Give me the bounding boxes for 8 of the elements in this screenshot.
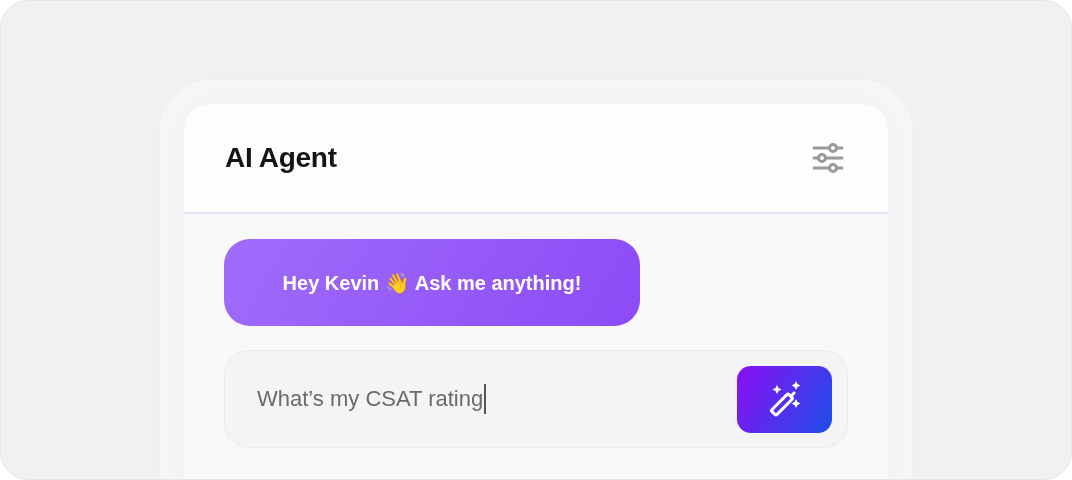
input-value: What’s my CSAT rating [257,386,484,412]
assistant-message: Hey Kevin 👋 Ask me anything! [224,239,640,326]
magic-wand-button[interactable] [737,365,832,433]
settings-icon [812,143,844,173]
message-input[interactable]: What’s my CSAT rating [224,350,848,448]
settings-button[interactable] [812,143,844,173]
panel-title: AI Agent [225,142,337,174]
text-cursor [484,384,487,414]
